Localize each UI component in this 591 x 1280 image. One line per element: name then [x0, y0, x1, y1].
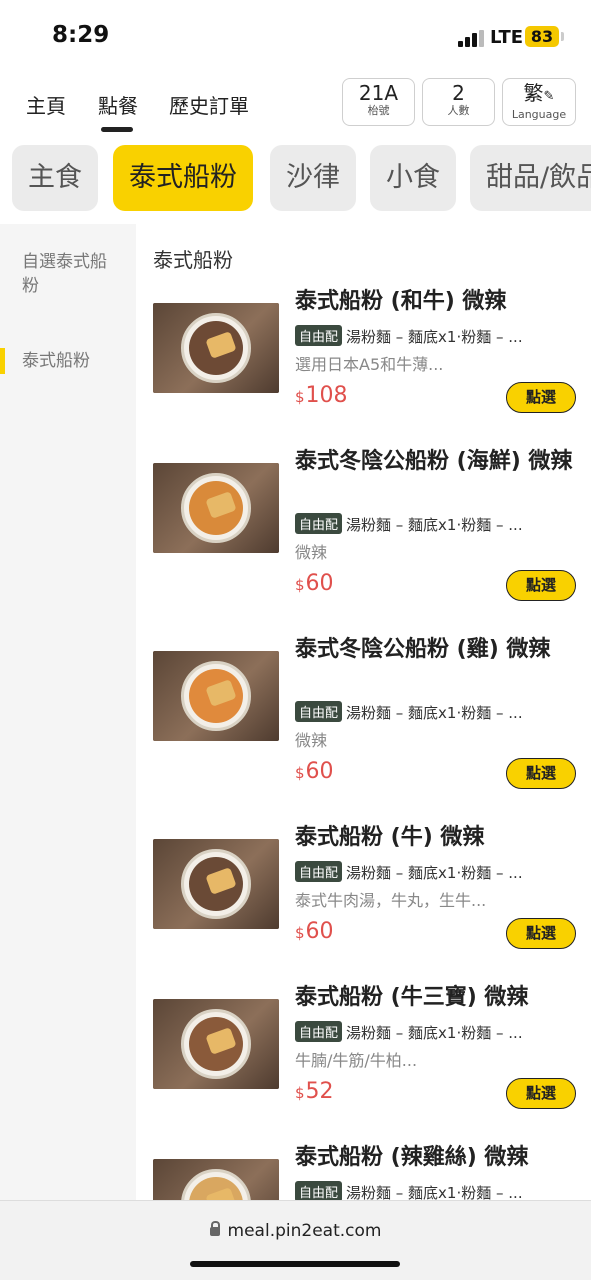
sidebar-item-boat-noodles[interactable]: 泰式船粉: [22, 349, 118, 373]
status-time: 8:29: [52, 22, 110, 48]
order-button[interactable]: 點選: [506, 918, 576, 949]
section-title: 泰式船粉: [153, 248, 233, 272]
network-label: LTE: [490, 27, 524, 48]
battery-tip: [561, 32, 564, 41]
url-text: meal.pin2eat.com: [227, 1221, 382, 1241]
custom-badge: 自由配: [295, 1021, 343, 1042]
pencil-icon: ✎: [543, 89, 555, 104]
sidebar-item-custom[interactable]: 自選泰式船粉: [22, 250, 118, 298]
sidebar: 自選泰式船粉 泰式船粉: [0, 224, 136, 1204]
people-count-box[interactable]: 2 人數: [422, 78, 495, 126]
dish-description: 牛腩/牛筋/牛柏...: [295, 1051, 418, 1070]
dish-name: 泰式船粉 (牛) 微辣: [295, 825, 485, 850]
options-text: 湯粉麵 – 麵底x1·粉麵 – ...: [346, 516, 523, 534]
table-number-label: 枱號: [367, 104, 390, 117]
status-bar: 8:29 LTE 83: [0, 0, 591, 70]
tab-history[interactable]: 歷史訂單: [169, 90, 249, 119]
dish-options: 自由配 湯粉麵 – 麵底x1·粉麵 – ...: [295, 325, 583, 347]
dish-description: 選用日本A5和牛薄...: [295, 355, 444, 374]
custom-badge: 自由配: [295, 701, 343, 722]
category-snacks[interactable]: 小食: [370, 145, 456, 211]
sidebar-active-marker: [0, 348, 5, 374]
dish-name: 泰式冬陰公船粉 (雞) 微辣: [295, 637, 551, 662]
category-bar: 主食 泰式船粉 沙律 小食 甜品/飲品: [0, 145, 591, 213]
dish-description: 微辣: [295, 731, 328, 750]
dish-description: 微辣: [295, 543, 328, 562]
dish-image: [153, 839, 279, 929]
dish-name: 泰式船粉 (和牛) 微辣: [295, 289, 507, 314]
tab-home[interactable]: 主頁: [26, 90, 66, 119]
category-desserts-drinks[interactable]: 甜品/飲品: [470, 145, 591, 211]
dish-description: 泰式牛肉湯，牛丸，生牛...: [295, 891, 487, 910]
options-text: 湯粉麵 – 麵底x1·粉麵 – ...: [346, 328, 523, 346]
dish-price: $60: [295, 759, 334, 784]
top-nav: 主頁 點餐 歷史訂單 21A 枱號 2 人數 繁✎ Language: [0, 72, 591, 134]
tab-order[interactable]: 點餐: [98, 90, 138, 119]
home-indicator[interactable]: [190, 1261, 400, 1267]
dish-price: $52: [295, 1079, 334, 1104]
order-button[interactable]: 點選: [506, 382, 576, 413]
lock-icon: [209, 1221, 220, 1236]
dish-image: [153, 651, 279, 741]
dish-image: [153, 999, 279, 1089]
dish-options: 自由配 湯粉麵 – 麵底x1·粉麵 – ...: [295, 513, 583, 535]
category-thai-boat-noodles[interactable]: 泰式船粉: [113, 145, 253, 211]
dish-name: 泰式船粉 (辣雞絲) 微辣: [295, 1145, 529, 1170]
active-tab-indicator: [101, 127, 133, 132]
dish-image: [153, 463, 279, 553]
signal-icon: [458, 30, 484, 47]
list-item[interactable]: 泰式冬陰公船粉 (雞) 微辣 自由配 湯粉麵 – 麵底x1·粉麵 – ... 微辣…: [153, 637, 583, 821]
people-count: 2: [452, 81, 465, 105]
dish-price: $108: [295, 383, 348, 408]
language-button[interactable]: 繁✎ Language: [502, 78, 576, 126]
custom-badge: 自由配: [295, 1181, 343, 1202]
people-count-label: 人數: [447, 104, 470, 117]
custom-badge: 自由配: [295, 325, 343, 346]
table-number-box[interactable]: 21A 枱號: [342, 78, 415, 126]
dish-name: 泰式冬陰公船粉 (海鮮) 微辣: [295, 449, 573, 474]
order-button[interactable]: 點選: [506, 1078, 576, 1109]
battery-icon: 83: [525, 26, 559, 47]
dish-image: [153, 1159, 279, 1200]
category-salad[interactable]: 沙律: [270, 145, 356, 211]
custom-badge: 自由配: [295, 861, 343, 882]
options-text: 湯粉麵 – 麵底x1·粉麵 – ...: [346, 704, 523, 722]
list-item[interactable]: 泰式冬陰公船粉 (海鮮) 微辣 自由配 湯粉麵 – 麵底x1·粉麵 – ... 微…: [153, 449, 583, 633]
dish-image: [153, 303, 279, 393]
dish-options: 自由配 湯粉麵 – 麵底x1·粉麵 – ...: [295, 861, 583, 883]
dish-price: $60: [295, 571, 334, 596]
url-display[interactable]: meal.pin2eat.com: [0, 1221, 591, 1241]
options-text: 湯粉麵 – 麵底x1·粉麵 – ...: [346, 864, 523, 882]
custom-badge: 自由配: [295, 513, 343, 534]
dish-name: 泰式船粉 (牛三寶) 微辣: [295, 985, 529, 1010]
order-button[interactable]: 點選: [506, 758, 576, 789]
browser-url-bar[interactable]: meal.pin2eat.com: [0, 1200, 591, 1280]
dish-price: $60: [295, 919, 334, 944]
table-number: 21A: [358, 81, 399, 105]
language-value: 繁: [523, 81, 544, 105]
dish-options: 自由配 湯粉麵 – 麵底x1·粉麵 – ...: [295, 1021, 583, 1043]
order-button[interactable]: 點選: [506, 570, 576, 601]
options-text: 湯粉麵 – 麵底x1·粉麵 – ...: [346, 1024, 523, 1042]
dish-options: 自由配 湯粉麵 – 麵底x1·粉麵 – ...: [295, 701, 583, 723]
language-label: Language: [511, 108, 567, 121]
category-main[interactable]: 主食: [12, 145, 98, 211]
